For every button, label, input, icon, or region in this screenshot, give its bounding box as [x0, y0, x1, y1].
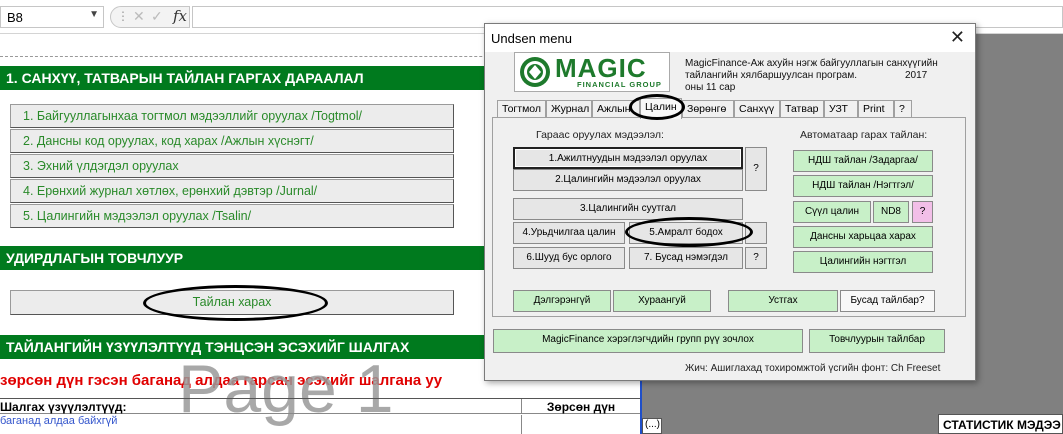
table-col-diff: Зөрсөн дүн: [521, 399, 640, 414]
table-col-indicators: Шалгах үзүүлэлтүүд:: [0, 400, 127, 414]
step-button-5[interactable]: 5. Цалингийн мэдээлэл оруулах /Tsalin/: [10, 204, 454, 228]
main-menu-dialog: Undsen menu ✕ MAGIC FINANCIAL GROUP Magi…: [484, 23, 976, 381]
other-bonus-button[interactable]: 7. Бусад нэмэгдэл: [629, 247, 743, 269]
statistics-cell[interactable]: СТАТИСТИК МЭДЭЭ: [938, 414, 1063, 434]
nd8-help-button[interactable]: ?: [912, 201, 933, 223]
ndsh-detail-button[interactable]: НДШ тайлан /Задаргаа/: [793, 150, 933, 172]
button-help-button[interactable]: Товчлуурын тайлбар: [809, 329, 945, 353]
table-row: баганад алдаа байхгүй: [0, 415, 640, 434]
close-icon[interactable]: ✕: [950, 27, 965, 48]
salary-info-button[interactable]: 2.Цалингийн мэдээлэл оруулах: [513, 169, 743, 191]
tab-sankhuu[interactable]: Санхүү: [734, 100, 780, 118]
delete-button[interactable]: Устгах: [728, 290, 838, 312]
info-line-1: MagicFinance-Аж ахуйн нэгж байгууллагын …: [685, 58, 938, 69]
detailed-button[interactable]: Дэлгэрэнгүй: [513, 290, 611, 312]
step-button-2[interactable]: 2. Дансны код оруулах, код харах /Ажлын …: [10, 129, 454, 153]
info-line-3: оны 11 сар: [685, 82, 736, 93]
tab-togtmol[interactable]: Тогтмол: [497, 100, 546, 118]
brief-button[interactable]: Хураангуй: [613, 290, 711, 312]
ndsh-summary-button[interactable]: НДШ тайлан /Нэгтгэл/: [793, 175, 933, 197]
step-button-4[interactable]: 4. Ерөнхий журнал хөтлөх, ерөнхий дэвтэр…: [10, 179, 454, 203]
employee-info-button[interactable]: 1.Ажилтнуудын мэдээлэл оруулах: [513, 147, 743, 169]
button-annotation-ellipse: [625, 217, 753, 247]
help-button-3[interactable]: ?: [745, 247, 767, 269]
tab-print[interactable]: Print: [858, 100, 894, 118]
chevron-down-icon[interactable]: ▼: [89, 9, 99, 20]
name-box-value: B8: [7, 10, 23, 25]
tab-help[interactable]: ?: [894, 100, 912, 118]
tab-uzt[interactable]: УЗТ: [824, 100, 858, 118]
indirect-income-button[interactable]: 6.Шууд бус орлого: [513, 247, 625, 269]
account-ratio-button[interactable]: Дансны харьцаа харах: [793, 226, 933, 248]
visit-group-button[interactable]: MagicFinance хэрэглэгчдийн групп рүү зоч…: [493, 329, 803, 353]
logo-subtitle: FINANCIAL GROUP: [577, 80, 662, 89]
salary-deduction-button[interactable]: 3.Цалингийн суутгал: [513, 198, 743, 220]
annotation-ellipse: [143, 285, 328, 321]
cancel-icon[interactable]: ✕: [133, 8, 145, 25]
table-header: Шалгах үзүүлэлтүүд: Зөрсөн дүн: [0, 398, 640, 414]
formula-buttons: ⋮ ✕ ✓ fx: [110, 6, 190, 28]
advance-salary-button[interactable]: 4.Урьдчилгаа цалин: [513, 222, 625, 244]
dialog-title: Undsen menu: [491, 31, 572, 46]
more-icon: ⋮: [117, 9, 130, 23]
company-logo: MAGIC FINANCIAL GROUP: [514, 52, 670, 92]
nd8-button[interactable]: ND8: [873, 201, 909, 223]
tab-panel-tsalin: Гараас оруулах мэдээлэл: Автоматаар гара…: [492, 117, 966, 317]
table-cell: баганад алдаа байхгүй: [0, 415, 118, 427]
font-note: Жич: Ашиглахад тохиромжтой үсгийн фонт: …: [685, 363, 941, 374]
table-cell-diff: [521, 415, 640, 434]
dialog-titlebar: Undsen menu ✕: [485, 24, 975, 52]
info-line-2: тайлангийн хялбаршуулсан програм. 2017: [685, 70, 928, 81]
enter-icon[interactable]: ✓: [151, 8, 163, 25]
last-salary-button[interactable]: Сүүл цалин: [793, 201, 871, 223]
name-box[interactable]: B8 ▼: [0, 6, 104, 28]
info-year: 2017: [905, 70, 928, 81]
manual-input-label: Гараас оруулах мэдээлэл:: [536, 129, 664, 141]
logo-mark-icon: [520, 57, 550, 87]
other-notes-button[interactable]: Бусад тайлбар?: [840, 290, 935, 312]
tab-tatvar[interactable]: Татвар: [780, 100, 824, 118]
tab-zoronge[interactable]: Зөрөнгө: [682, 100, 734, 118]
step-button-1[interactable]: 1. Байгууллагынхаа тогтмол мэдээллийг ор…: [10, 104, 454, 128]
program-info: MagicFinance-Аж ахуйн нэгж байгууллагын …: [685, 58, 965, 94]
auto-report-label: Автоматаар гарах тайлан:: [800, 129, 928, 141]
step-button-3[interactable]: 3. Эхний үлдэгдэл оруулах: [10, 154, 454, 178]
tab-annotation-ellipse: [629, 94, 685, 120]
small-cell[interactable]: (...): [642, 418, 662, 434]
salary-summary-button[interactable]: Цалингийн нэгтгэл: [793, 251, 933, 273]
help-button-1[interactable]: ?: [745, 147, 767, 191]
insert-function-icon[interactable]: fx: [173, 7, 187, 25]
tab-journal[interactable]: Журнал: [546, 100, 592, 118]
